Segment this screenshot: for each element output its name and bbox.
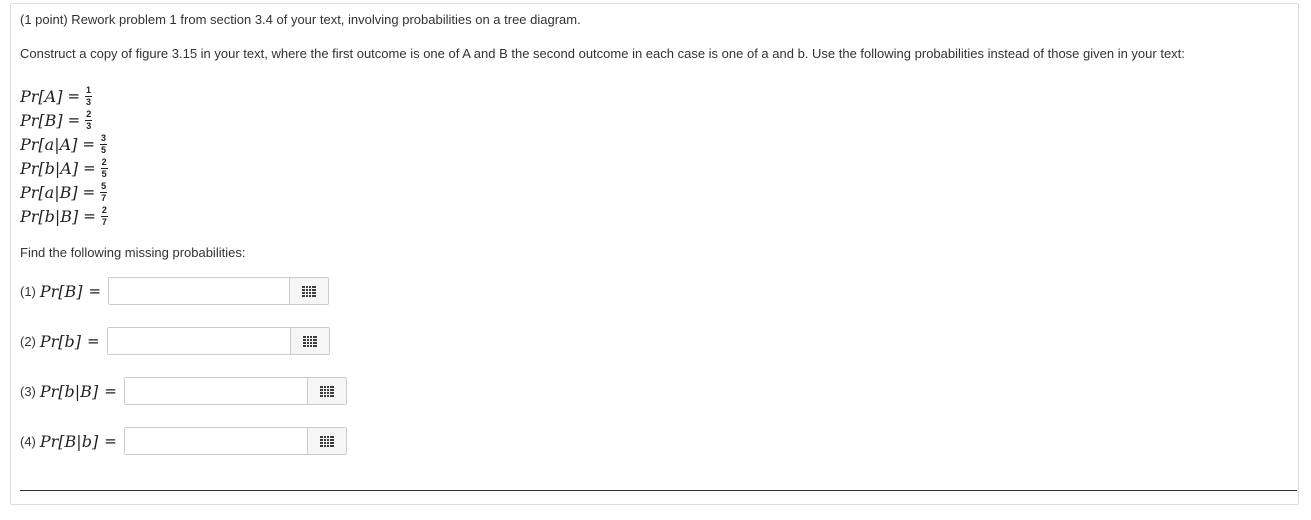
equation-palette-button[interactable] [306, 378, 346, 404]
problem-instructions: Construct a copy of figure 3.15 in your … [20, 46, 1185, 61]
problem-panel: (1 point) Rework problem 1 from section … [10, 3, 1299, 505]
equation-palette-button[interactable] [289, 278, 329, 304]
answer-field-3 [123, 377, 347, 405]
answer-row-4: (4) Pr[B|b] = [20, 426, 347, 456]
question-expression: Pr[b|B] [39, 381, 99, 401]
equals-sign: = [104, 432, 117, 450]
answer-input-4[interactable] [124, 428, 307, 454]
fraction: 13 [85, 84, 93, 107]
equation-palette-button[interactable] [306, 428, 346, 454]
denominator: 3 [86, 120, 92, 131]
answer-field-1 [108, 277, 330, 305]
equals-sign: = [82, 183, 96, 201]
given-prob-A: Pr[A] = 13 [20, 84, 93, 108]
equals-sign: = [82, 135, 95, 153]
fraction: 57 [100, 180, 108, 203]
equals-sign: = [67, 111, 81, 129]
numerator: 2 [85, 108, 93, 121]
equation-palette-button[interactable] [289, 328, 329, 354]
answer-input-3[interactable] [124, 378, 307, 404]
equation-palette-icon [302, 335, 317, 347]
fraction: 27 [100, 204, 108, 227]
problem-header: (1 point) Rework problem 1 from section … [20, 12, 581, 27]
question-expression: Pr[b] [39, 331, 82, 351]
answer-row-2: (2) Pr[b] = [20, 326, 330, 356]
find-missing-label: Find the following missing probabilities… [20, 245, 246, 260]
question-number: (2) [20, 333, 36, 349]
given-lhs: Pr[a|B] [20, 182, 78, 202]
denominator: 5 [100, 144, 106, 155]
question-number: (3) [20, 383, 36, 399]
equation-palette-icon [302, 285, 317, 297]
numerator: 3 [99, 132, 107, 145]
given-prob-a-given-A: Pr[a|A] = 35 [20, 132, 107, 156]
answer-input-2[interactable] [107, 328, 290, 354]
equals-sign: = [88, 282, 102, 300]
equation-palette-icon [319, 385, 334, 397]
question-number: (1) [20, 283, 36, 299]
answer-field-4 [123, 427, 347, 455]
answer-input-1[interactable] [109, 278, 290, 304]
given-prob-b-given-A: Pr[b|A] = 25 [20, 156, 108, 180]
equals-sign: = [83, 159, 96, 177]
given-prob-a-given-B: Pr[a|B] = 57 [20, 180, 108, 204]
question-expression: Pr[B] [39, 281, 83, 301]
given-prob-B: Pr[B] = 23 [20, 108, 93, 132]
question-number: (4) [20, 433, 36, 449]
denominator: 3 [86, 96, 92, 107]
given-lhs: Pr[b|A] [20, 158, 79, 178]
equals-sign: = [87, 332, 100, 350]
question-expression: Pr[B|b] [39, 431, 99, 451]
fraction: 23 [85, 108, 93, 131]
given-prob-b-given-B: Pr[b|B] = 27 [20, 204, 108, 228]
given-lhs: Pr[a|A] [20, 134, 78, 154]
given-lhs: Pr[B] [20, 110, 63, 130]
numerator: 2 [100, 204, 108, 217]
denominator: 7 [101, 216, 107, 227]
numerator: 5 [100, 180, 108, 193]
given-lhs: Pr[A] [20, 86, 63, 106]
fraction: 35 [99, 132, 107, 155]
given-lhs: Pr[b|B] [20, 206, 79, 226]
equals-sign: = [83, 207, 96, 225]
answer-field-2 [106, 327, 330, 355]
equation-palette-icon [319, 435, 334, 447]
denominator: 5 [101, 168, 107, 179]
numerator: 2 [100, 156, 108, 169]
numerator: 1 [85, 84, 93, 97]
equals-sign: = [67, 87, 81, 105]
bottom-divider [20, 490, 1297, 491]
fraction: 25 [100, 156, 108, 179]
answer-row-1: (1) Pr[B] = [20, 276, 330, 306]
equals-sign: = [104, 382, 117, 400]
answer-row-3: (3) Pr[b|B] = [20, 376, 347, 406]
denominator: 7 [101, 192, 107, 203]
